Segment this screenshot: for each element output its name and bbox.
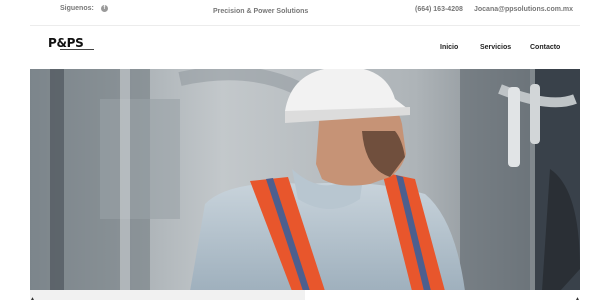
corner-marker-left-icon: ▲ — [30, 296, 35, 302]
logo-underline — [60, 49, 94, 50]
email-link[interactable]: Jocana@ppsolutions.com.mx — [474, 6, 573, 13]
nav-item-servicios[interactable]: Servicios — [480, 44, 511, 51]
tagline: Precision & Power Solutions — [213, 8, 309, 15]
content-strip-left — [30, 290, 305, 300]
nav-item-inicio[interactable]: Inicio — [440, 44, 458, 51]
phone-number[interactable]: (664) 163-4208 — [415, 6, 463, 13]
hero-image — [30, 69, 580, 291]
content-strip-right — [305, 290, 580, 300]
corner-marker-right-icon: ▲ — [575, 296, 580, 302]
social-follow: Siguenos: f — [60, 5, 108, 12]
nav-item-contacto[interactable]: Contacto — [530, 44, 560, 51]
facebook-icon[interactable]: f — [100, 5, 108, 12]
site-logo[interactable]: P&PS — [48, 37, 98, 51]
header-divider — [30, 25, 580, 26]
hero-banner — [30, 69, 580, 291]
logo-text: P&PS — [48, 36, 84, 50]
top-bar: Siguenos: f Precision & Power Solutions … — [0, 0, 600, 24]
follow-label: Siguenos: — [60, 5, 94, 12]
